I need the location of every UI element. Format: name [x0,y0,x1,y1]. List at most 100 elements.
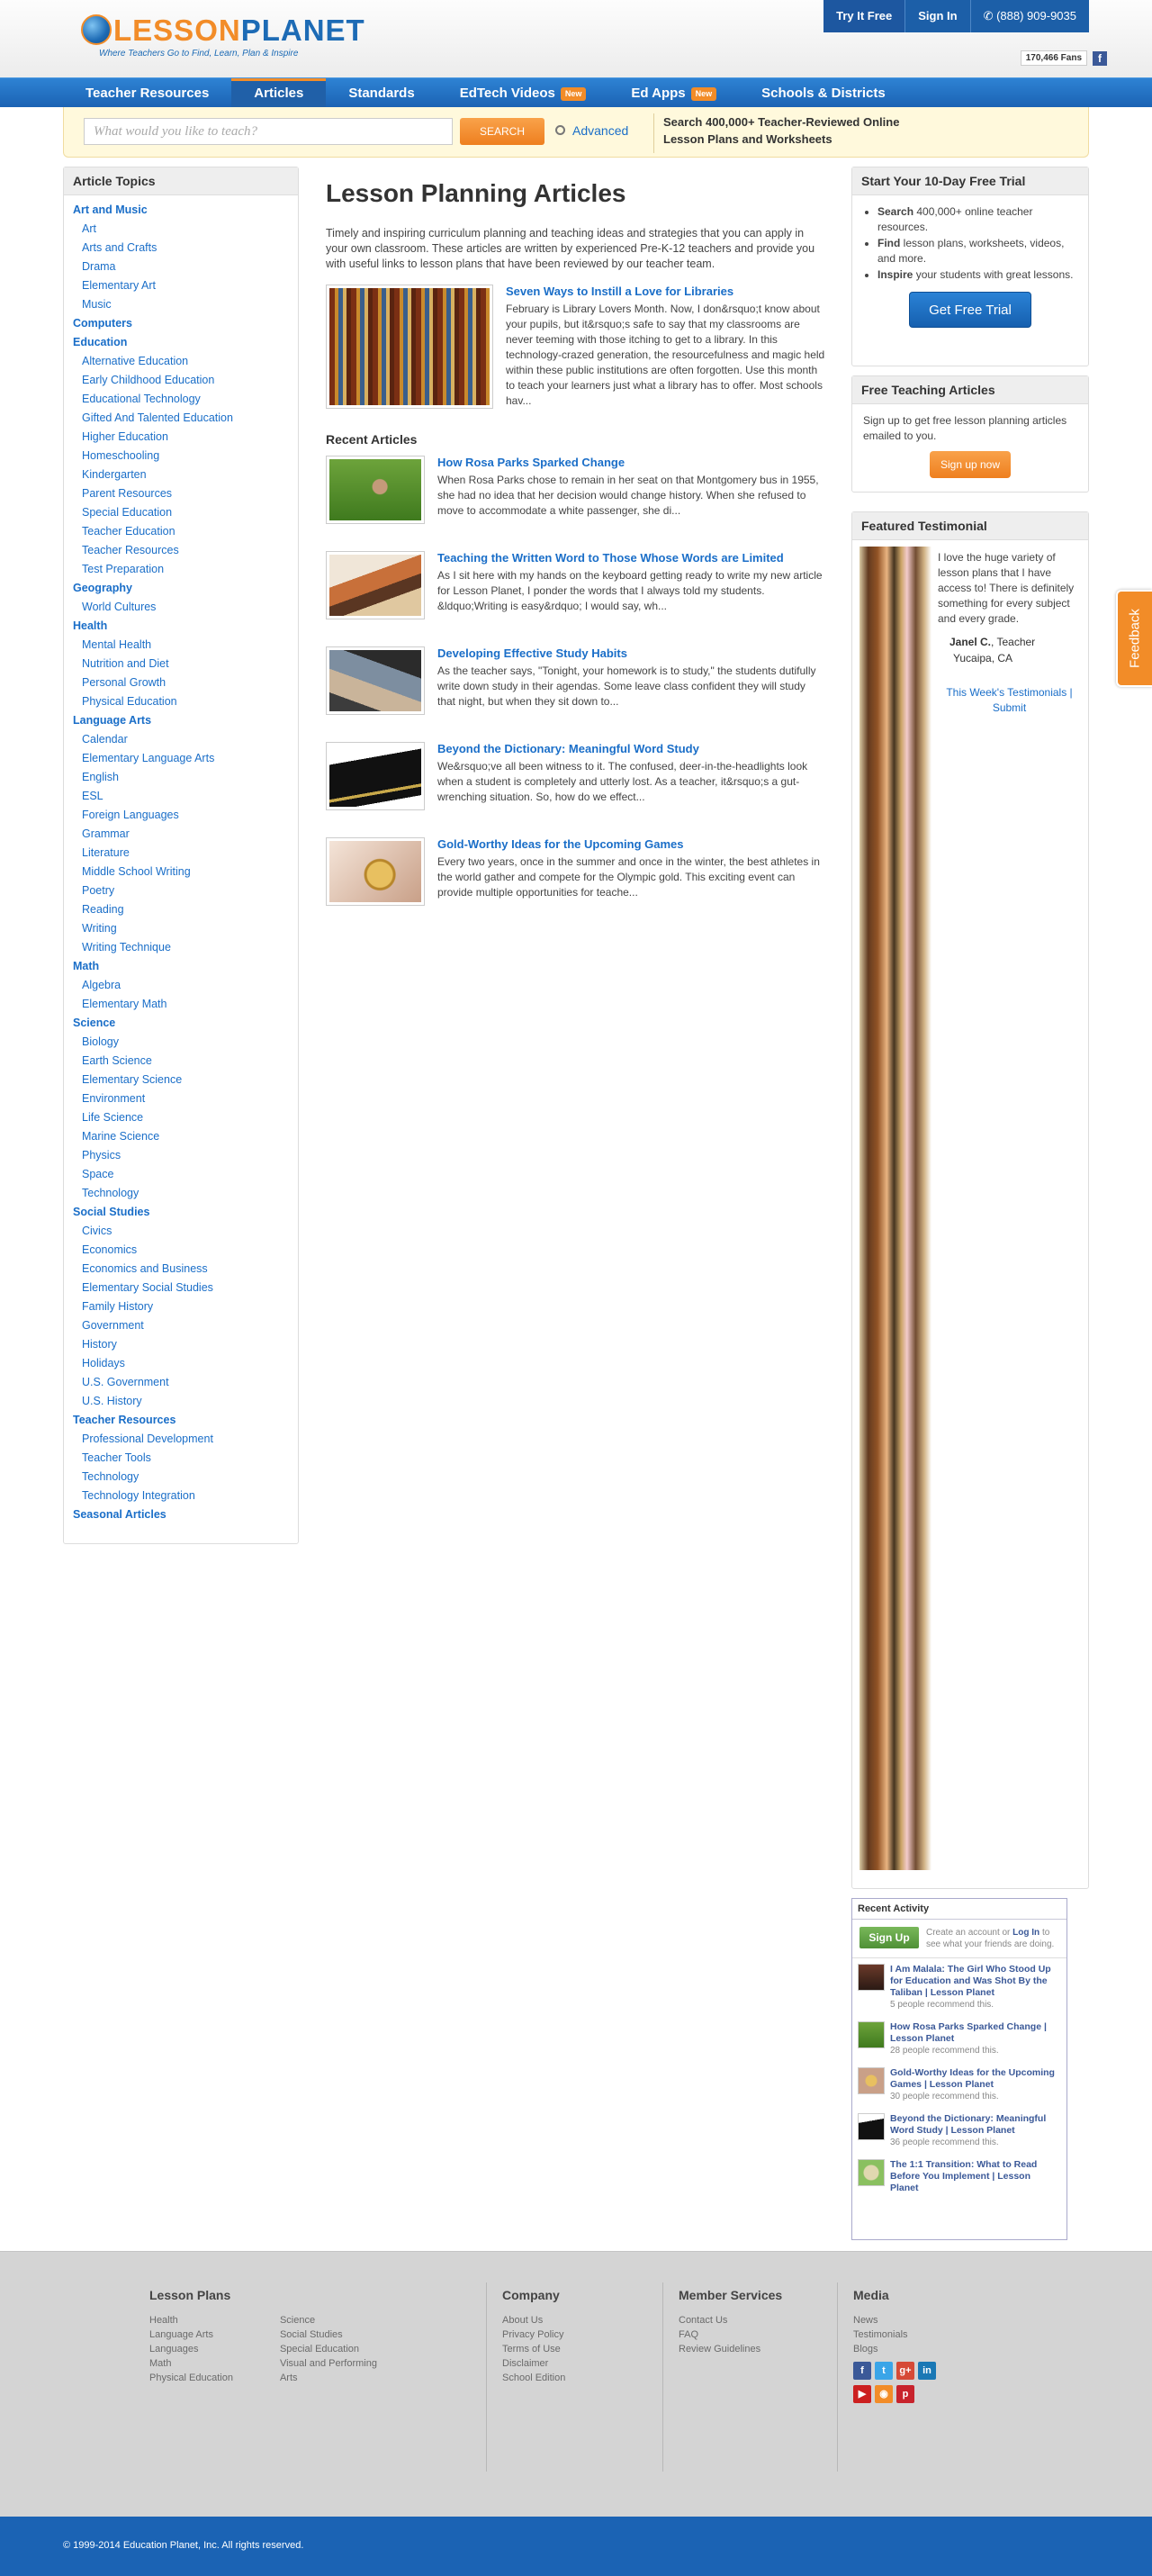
log-in-link[interactable]: Log In [1012,1928,1040,1938]
topic-link[interactable]: Teacher Education [73,522,289,541]
facebook-sign-up-button[interactable]: Sign Up [860,1927,919,1948]
featured-thumbnail[interactable] [326,285,493,409]
facebook-icon[interactable]: f [853,2362,871,2380]
topic-category[interactable]: Social Studies [73,1203,289,1222]
topic-category[interactable]: Health [73,617,289,636]
activity-item[interactable]: Beyond the Dictionary: Meaningful Word S… [852,2108,1066,2154]
nav-teacher-resources[interactable]: Teacher Resources [63,78,231,107]
topic-link[interactable]: U.S. Government [73,1373,289,1392]
footer-link[interactable]: Blogs [853,2342,936,2356]
topic-link[interactable]: ESL [73,787,289,806]
footer-link[interactable]: Language Arts [149,2327,233,2342]
nav-edtech-videos[interactable]: EdTech Videos New [437,78,609,107]
topic-link[interactable]: Parent Resources [73,484,289,503]
topic-link[interactable]: Middle School Writing [73,863,289,881]
article-title[interactable]: How Rosa Parks Sparked Change [437,456,825,469]
footer-link[interactable]: Terms of Use [502,2342,565,2356]
topic-link[interactable]: Technology [73,1184,289,1203]
article-title[interactable]: Developing Effective Study Habits [437,646,825,660]
twitter-icon[interactable]: t [875,2362,893,2380]
topic-link[interactable]: Technology [73,1468,289,1487]
topic-link[interactable]: Nutrition and Diet [73,655,289,673]
topic-link[interactable]: Early Childhood Education [73,371,289,390]
nav-articles[interactable]: Articles [231,78,327,107]
footer-link[interactable]: Social Studies [280,2327,377,2342]
topic-link[interactable]: Civics [73,1222,289,1241]
topic-link[interactable]: Poetry [73,881,289,900]
article-thumbnail[interactable] [326,742,425,810]
topic-link[interactable]: Writing [73,919,289,938]
advanced-search-link[interactable]: Advanced [555,123,628,138]
topic-category[interactable]: Language Arts [73,711,289,730]
topic-link[interactable]: Algebra [73,976,289,995]
topic-link[interactable]: Music [73,295,289,314]
activity-item[interactable]: The 1:1 Transition: What to Read Before … [852,2154,1066,2200]
weeks-testimonials-link[interactable]: This Week's Testimonials [946,686,1066,699]
sign-up-now-button[interactable]: Sign up now [930,451,1011,478]
footer-link[interactable]: Review Guidelines [679,2342,782,2356]
footer-link[interactable]: Testimonials [853,2327,936,2342]
topic-link[interactable]: Grammar [73,825,289,844]
footer-link[interactable]: Contact Us [679,2313,782,2327]
topic-link[interactable]: World Cultures [73,598,289,617]
footer-link[interactable]: Physical Education [149,2371,233,2385]
topic-category[interactable]: Teacher Resources [73,1411,289,1430]
footer-link[interactable]: FAQ [679,2327,782,2342]
feedback-tab[interactable]: Feedback [1116,590,1152,687]
nav-ed-apps[interactable]: Ed Apps New [608,78,739,107]
topic-category[interactable]: Computers [73,314,289,333]
topic-link[interactable]: Literature [73,844,289,863]
topic-link[interactable]: Test Preparation [73,560,289,579]
topic-link[interactable]: Reading [73,900,289,919]
topic-link[interactable]: Family History [73,1297,289,1316]
topic-link[interactable]: Personal Growth [73,673,289,692]
topic-link[interactable]: U.S. History [73,1392,289,1411]
activity-item[interactable]: How Rosa Parks Sparked Change | Lesson P… [852,2016,1066,2062]
topic-link[interactable]: Elementary Art [73,276,289,295]
topic-link[interactable]: Economics [73,1241,289,1260]
topic-link[interactable]: Teacher Resources [73,541,289,560]
footer-link[interactable]: Health [149,2313,233,2327]
topic-link[interactable]: Elementary Math [73,995,289,1014]
search-input[interactable]: What would you like to teach? [84,118,453,145]
topic-category[interactable]: Science [73,1014,289,1033]
pinterest-icon[interactable]: p [896,2385,914,2403]
try-it-free-button[interactable]: Try It Free [824,0,905,32]
topic-link[interactable]: Drama [73,258,289,276]
activity-title[interactable]: How Rosa Parks Sparked Change | Lesson P… [890,2021,1061,2045]
article-title[interactable]: Teaching the Written Word to Those Whose… [437,551,825,565]
get-free-trial-button[interactable]: Get Free Trial [909,292,1031,328]
topic-link[interactable]: Teacher Tools [73,1449,289,1468]
topic-link[interactable]: Educational Technology [73,390,289,409]
footer-link[interactable]: Visual and Performing [280,2356,377,2371]
topic-category[interactable]: Math [73,957,289,976]
topic-link[interactable]: Art [73,220,289,239]
topic-link[interactable]: History [73,1335,289,1354]
footer-link[interactable]: About Us [502,2313,565,2327]
activity-title[interactable]: Beyond the Dictionary: Meaningful Word S… [890,2113,1061,2137]
article-title[interactable]: Gold-Worthy Ideas for the Upcoming Games [437,837,825,851]
topic-link[interactable]: Foreign Languages [73,806,289,825]
phone-link[interactable]: ✆ (888) 909-9035 [969,0,1089,32]
linkedin-icon[interactable]: in [918,2362,936,2380]
topic-link[interactable]: Economics and Business [73,1260,289,1279]
topic-link[interactable]: Government [73,1316,289,1335]
footer-link[interactable]: Special Education [280,2342,377,2356]
topic-link[interactable]: Special Education [73,503,289,522]
footer-link[interactable]: Arts [280,2371,377,2385]
footer-link[interactable]: News [853,2313,936,2327]
topic-link[interactable]: Alternative Education [73,352,289,371]
topic-link[interactable]: Space [73,1165,289,1184]
topic-link[interactable]: Earth Science [73,1052,289,1071]
topic-category[interactable]: Geography [73,579,289,598]
topic-link[interactable]: Physics [73,1146,289,1165]
topic-link[interactable]: Life Science [73,1108,289,1127]
footer-link[interactable]: Disclaimer [502,2356,565,2371]
facebook-icon[interactable]: f [1093,50,1107,66]
topic-link[interactable]: Holidays [73,1354,289,1373]
article-thumbnail[interactable] [326,551,425,619]
topic-category[interactable]: Art and Music [73,201,289,220]
activity-item[interactable]: I Am Malala: The Girl Who Stood Up for E… [852,1958,1066,2016]
topic-link[interactable]: Professional Development [73,1430,289,1449]
topic-link[interactable]: Arts and Crafts [73,239,289,258]
